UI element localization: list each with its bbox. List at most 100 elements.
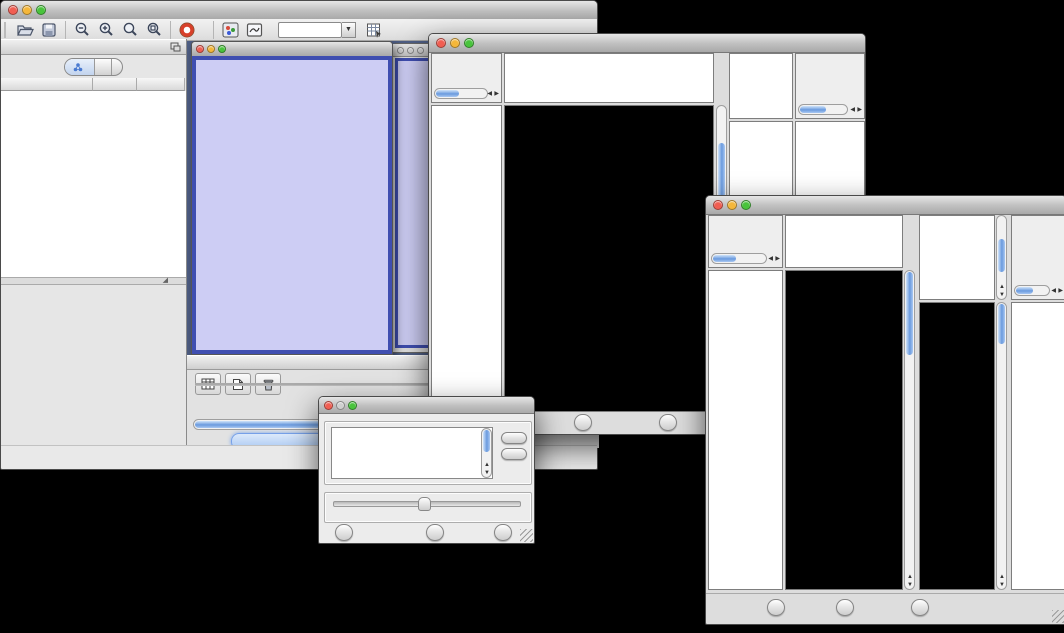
- scroll-up-icon[interactable]: ▲: [999, 284, 1005, 290]
- scroll-down-icon[interactable]: ▼: [999, 292, 1005, 298]
- birdseye-canvas[interactable]: [3, 329, 184, 445]
- close-icon[interactable]: [196, 45, 204, 53]
- zoom-window-icon[interactable]: [218, 45, 226, 53]
- help-lifering-icon[interactable]: [175, 19, 199, 41]
- scroll-left-icon[interactable]: ◀: [487, 91, 492, 97]
- tv2-gene-list: [1011, 302, 1064, 590]
- network-canvas[interactable]: [196, 60, 386, 346]
- view-status-hscroll[interactable]: [711, 253, 767, 264]
- tv1-yellow-matrix[interactable]: [733, 124, 781, 172]
- cytopanel-toggle-icon[interactable]: [218, 19, 242, 41]
- move-down-button[interactable]: [501, 448, 527, 460]
- speed-slider-thumb[interactable]: [418, 497, 431, 511]
- zoom-fit-icon[interactable]: [142, 19, 166, 41]
- panel-tabs: [1, 55, 186, 78]
- scroll-down-icon[interactable]: ▼: [999, 582, 1005, 588]
- resize-grip[interactable]: [520, 529, 533, 542]
- tv2-row-dendrogram[interactable]: [708, 270, 783, 590]
- scroll-right-icon[interactable]: ▶: [1058, 288, 1063, 294]
- tab-network[interactable]: [65, 59, 95, 75]
- scroll-right-icon[interactable]: ▶: [857, 107, 862, 113]
- search-input[interactable]: [278, 22, 342, 38]
- scroll-right-icon[interactable]: ▶: [775, 256, 780, 262]
- attribute-list[interactable]: [331, 427, 493, 479]
- minimize-icon[interactable]: [450, 38, 460, 48]
- scroll-up-icon[interactable]: ▲: [999, 574, 1005, 580]
- minimize-icon[interactable]: [22, 5, 32, 15]
- col-id[interactable]: [195, 383, 253, 385]
- usage-hints-hscroll[interactable]: [1014, 285, 1050, 296]
- minimize-icon[interactable]: [207, 45, 215, 53]
- export-graphics-button[interactable]: [911, 599, 929, 616]
- zoom-window-icon[interactable]: [741, 200, 751, 210]
- tv2-heatmap[interactable]: [785, 270, 903, 590]
- close-icon[interactable]: [324, 401, 333, 410]
- scroll-up-icon[interactable]: ▲: [907, 574, 913, 580]
- resize-grip[interactable]: [1052, 610, 1064, 623]
- tab-overflow-arrow[interactable]: [112, 59, 122, 75]
- zoom-window-icon[interactable]: [348, 401, 357, 410]
- minimize-icon[interactable]: [407, 47, 414, 54]
- import-table-icon[interactable]: [362, 19, 386, 41]
- tv2-column-labels: [919, 215, 995, 300]
- close-icon[interactable]: [436, 38, 446, 48]
- zoom-in-icon[interactable]: [94, 19, 118, 41]
- scroll-down-icon[interactable]: ▼: [484, 470, 490, 476]
- zoom-window-icon[interactable]: [417, 47, 424, 54]
- close-icon[interactable]: [8, 5, 18, 15]
- move-up-button[interactable]: [501, 432, 527, 444]
- tv2-zoom-heatmap[interactable]: [919, 302, 995, 590]
- toolbar-separator: [170, 21, 171, 39]
- treeview2-titlebar[interactable]: [706, 196, 1064, 215]
- scroll-up-icon[interactable]: ▲: [484, 462, 490, 468]
- main-title-bar[interactable]: [1, 1, 597, 20]
- col-network[interactable]: [1, 78, 93, 91]
- toolbar-grip[interactable]: [4, 22, 9, 38]
- scroll-left-icon[interactable]: ◀: [850, 107, 855, 113]
- network-view-titlebar[interactable]: [192, 42, 392, 57]
- minimize-icon[interactable]: [336, 401, 345, 410]
- tv2-usage-hints-panel: ◀ ▶: [1011, 215, 1064, 300]
- tv2-labels-vscroll[interactable]: ▲ ▼: [996, 215, 1007, 300]
- dialog-titlebar[interactable]: [319, 397, 534, 414]
- scroll-left-icon[interactable]: ◀: [768, 256, 773, 262]
- save-icon[interactable]: [37, 19, 61, 41]
- create-vizmap-button[interactable]: [426, 524, 444, 541]
- scroll-right-icon[interactable]: ▶: [494, 91, 499, 97]
- open-file-icon[interactable]: [13, 19, 37, 41]
- close-icon[interactable]: [713, 200, 723, 210]
- tv2-heatmap-vscroll[interactable]: ▲ ▼: [904, 270, 915, 590]
- view-status-hscroll[interactable]: [434, 88, 488, 99]
- treeview1-titlebar[interactable]: [429, 34, 865, 53]
- close-icon[interactable]: [397, 47, 404, 54]
- panel-splitter[interactable]: ◢: [1, 278, 186, 285]
- usage-hints-hscroll[interactable]: [798, 104, 848, 115]
- settings-button[interactable]: [767, 599, 785, 616]
- col-nodes[interactable]: [93, 78, 137, 91]
- flip-tree-button[interactable]: [659, 414, 677, 431]
- zoom-selected-icon[interactable]: [118, 19, 142, 41]
- annotation-icon[interactable]: [242, 19, 266, 41]
- minimize-icon[interactable]: [727, 200, 737, 210]
- scroll-down-icon[interactable]: ▼: [907, 582, 913, 588]
- search-dropdown-icon[interactable]: ▼: [342, 22, 356, 38]
- tv2-column-dendrogram[interactable]: [785, 215, 903, 268]
- tv1-row-dendrogram[interactable]: [431, 105, 502, 412]
- grid-network-canvas[interactable]: [398, 109, 430, 355]
- attribute-list-vscroll[interactable]: ▲ ▼: [481, 428, 492, 478]
- done-button[interactable]: [494, 524, 512, 541]
- float-panel-icon[interactable]: [170, 42, 181, 52]
- col-edges[interactable]: [137, 78, 185, 91]
- tv1-heatmap[interactable]: [504, 105, 714, 412]
- network-view-window[interactable]: [191, 41, 393, 355]
- zoom-window-icon[interactable]: [36, 5, 46, 15]
- zoom-window-icon[interactable]: [464, 38, 474, 48]
- animate-vizmap-button[interactable]: [335, 524, 353, 541]
- tv2-genelist-vscroll[interactable]: ▲ ▼: [996, 302, 1007, 590]
- tv1-column-dendrogram[interactable]: [504, 53, 714, 103]
- zoom-out-icon[interactable]: [70, 19, 94, 41]
- tab-vizmapper[interactable]: [95, 59, 112, 75]
- scroll-left-icon[interactable]: ◀: [1051, 288, 1056, 294]
- export-graphics-button[interactable]: [574, 414, 592, 431]
- save-data-button[interactable]: [836, 599, 854, 616]
